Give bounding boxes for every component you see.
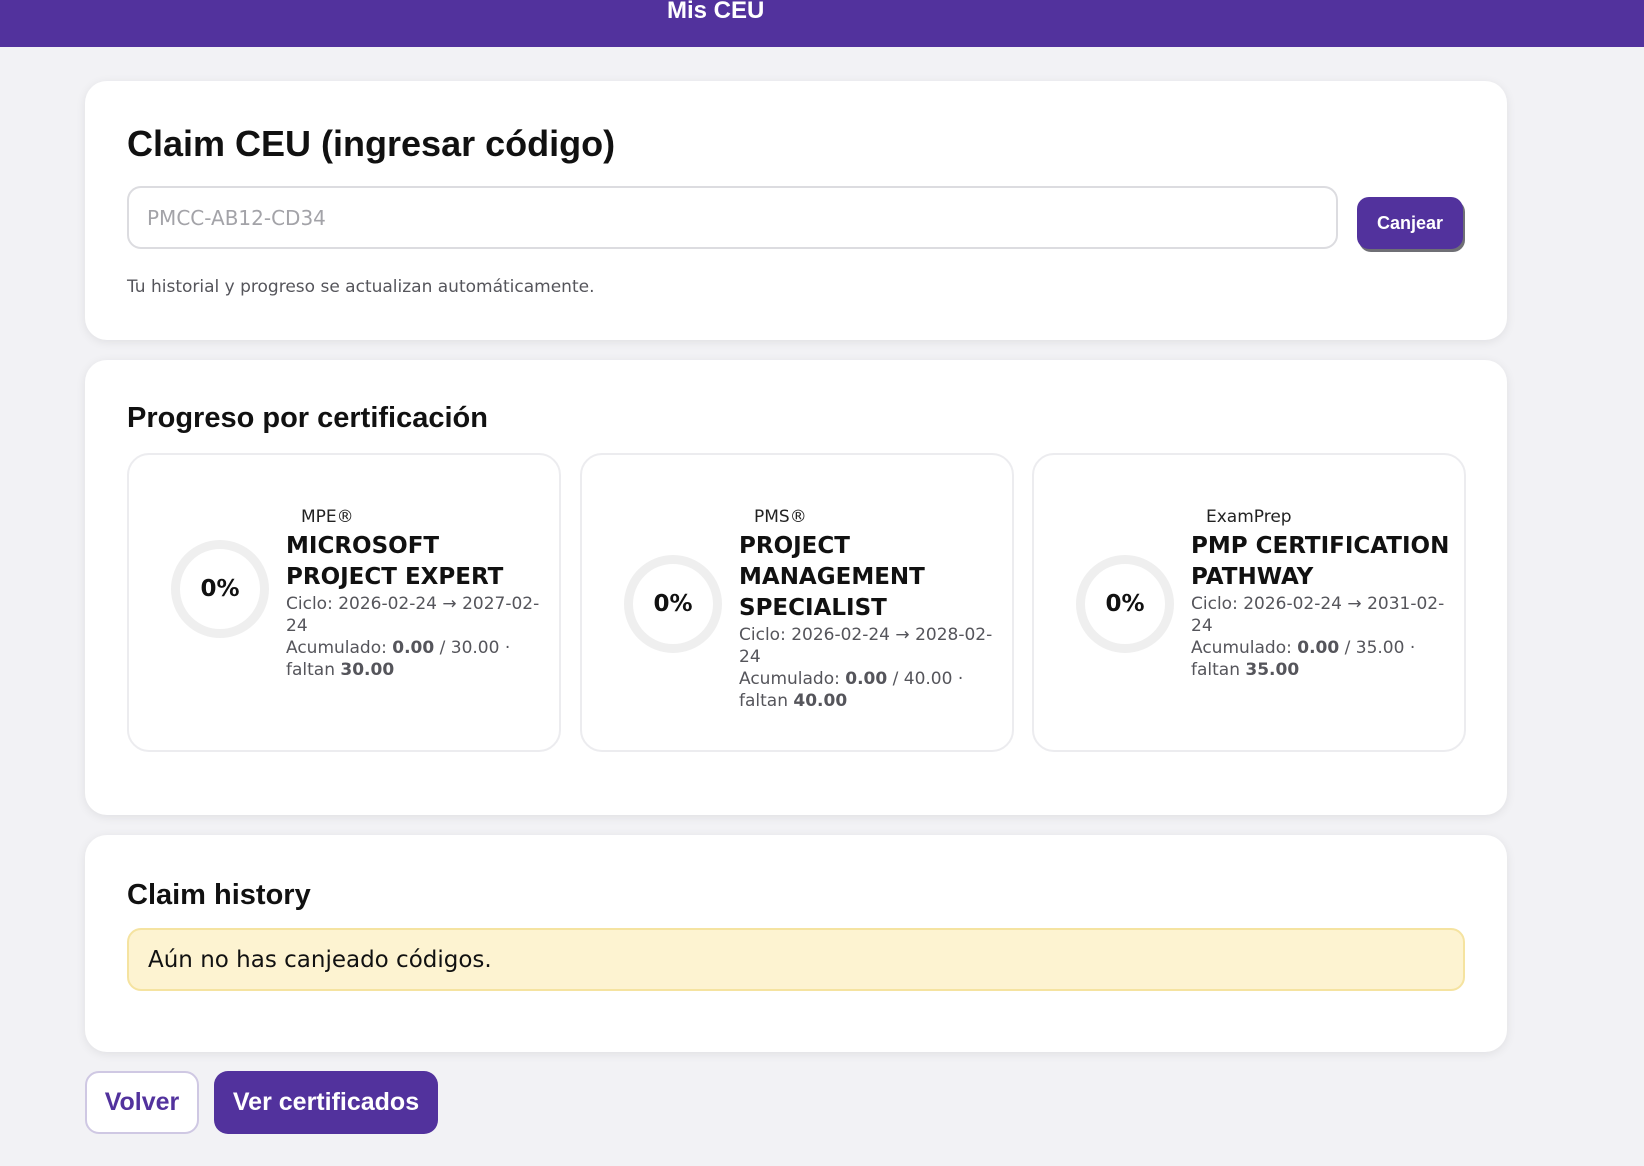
progress-percent: 0% [1105, 591, 1145, 617]
cert-accumulated: Acumulado: 0.00 / 35.00 · faltan 35.00 [1191, 638, 1416, 680]
progress-percent: 0% [200, 576, 240, 602]
cert-code: PMS® [754, 507, 807, 527]
claim-history-card: Claim history Aún no has canjeado código… [85, 835, 1507, 1052]
empty-history-alert: Aún no has canjeado códigos. [127, 928, 1465, 991]
view-certificates-button[interactable]: Ver certificados [214, 1071, 438, 1134]
progress-ring: 0% [171, 540, 269, 638]
claim-history-title: Claim history [127, 879, 311, 911]
cert-accumulated: Acumulado: 0.00 / 40.00 · faltan 40.00 [739, 669, 964, 711]
certification-progress-card: Progreso por certificación 0% MPE® MICRO… [85, 360, 1507, 815]
auto-update-hint: Tu historial y progreso se actualizan au… [127, 277, 595, 297]
top-bar: Mis CEU [0, 0, 1644, 47]
cert-name: PROJECT MANAGEMENT SPECIALIST [739, 533, 925, 621]
cert-progress-card: 0% MPE® MICROSOFT PROJECT EXPERT Ciclo: … [127, 453, 561, 752]
cert-code: ExamPrep [1206, 507, 1292, 527]
claim-ceu-card: Claim CEU (ingresar código) Canjear Tu h… [85, 81, 1507, 340]
redeem-button[interactable]: Canjear [1357, 197, 1463, 249]
page-title: Mis CEU [667, 0, 765, 24]
back-button[interactable]: Volver [85, 1071, 199, 1134]
ceu-code-input[interactable] [127, 186, 1338, 249]
cert-accumulated: Acumulado: 0.00 / 30.00 · faltan 30.00 [286, 638, 511, 680]
cert-name: MICROSOFT PROJECT EXPERT [286, 533, 504, 590]
cert-progress-card: 0% PMS® PROJECT MANAGEMENT SPECIALIST Ci… [580, 453, 1014, 752]
progress-ring: 0% [624, 555, 722, 653]
cert-cycle: Ciclo: 2026-02-24 → 2031-02-24 [1191, 594, 1445, 636]
progress-percent: 0% [653, 591, 693, 617]
progress-ring: 0% [1076, 555, 1174, 653]
cert-code: MPE® [301, 507, 354, 527]
progress-title: Progreso por certificación [127, 402, 488, 434]
cert-progress-card: 0% ExamPrep PMP CERTIFICATION PATHWAY Ci… [1032, 453, 1466, 752]
claim-ceu-title: Claim CEU (ingresar código) [127, 123, 616, 164]
cert-cycle: Ciclo: 2026-02-24 → 2027-02-24 [286, 594, 540, 636]
cert-name: PMP CERTIFICATION PATHWAY [1191, 533, 1450, 590]
cert-cycle: Ciclo: 2026-02-24 → 2028-02-24 [739, 625, 993, 667]
